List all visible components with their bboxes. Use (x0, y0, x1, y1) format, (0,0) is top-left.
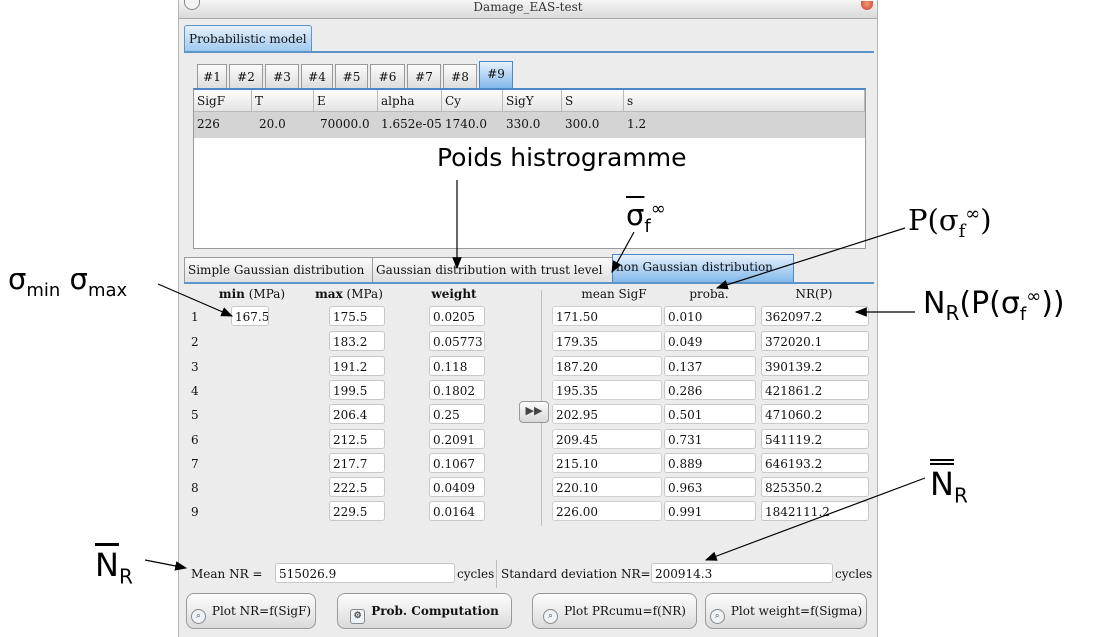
arrow-nr-bar (144, 559, 188, 571)
arrow-nr-double-bar (704, 477, 926, 561)
arrow-sigma-minmax (157, 283, 234, 317)
arrow-p-sigma (715, 227, 906, 290)
arrow-sigma-bar (611, 231, 635, 274)
annotation-arrows (144, 180, 926, 571)
